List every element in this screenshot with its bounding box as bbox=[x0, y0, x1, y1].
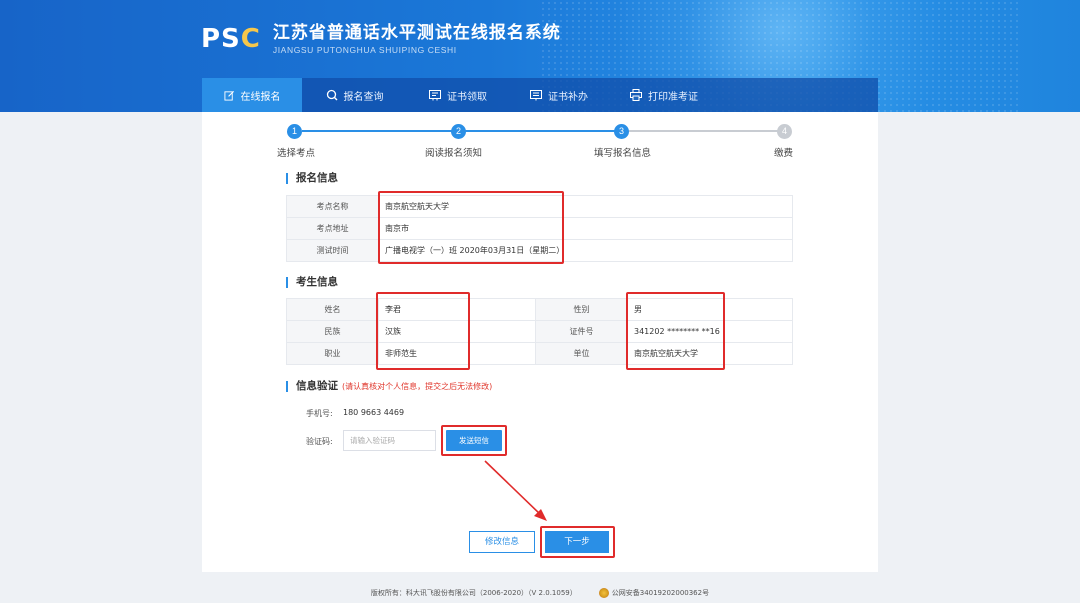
nav-print-admission-ticket[interactable]: 打印准考证 bbox=[609, 78, 719, 112]
occupation-label: 职业 bbox=[286, 342, 379, 365]
candidate-info-heading: 考生信息 bbox=[286, 277, 338, 288]
employer-label: 单位 bbox=[535, 342, 628, 365]
highlight-box-registration bbox=[378, 191, 564, 264]
phone-value: 180 9663 4469 bbox=[343, 408, 405, 417]
verification-warning: (请认真核对个人信息，提交之后无法修改) bbox=[342, 382, 493, 391]
exam-address-label: 考点地址 bbox=[286, 217, 379, 240]
verification-heading: 信息验证 (请认真核对个人信息，提交之后无法修改) bbox=[286, 381, 492, 392]
step-1-dot: 1 bbox=[287, 124, 302, 139]
nav-label: 证书补办 bbox=[548, 91, 588, 103]
printer-icon bbox=[630, 89, 642, 101]
page-footer: 版权所有：科大讯飞股份有限公司（2006-2020）（V 2.0.1059） 公… bbox=[0, 588, 1080, 598]
highlight-box-send-sms bbox=[441, 425, 507, 456]
step-3-label: 填写报名信息 bbox=[594, 148, 652, 159]
exam-time-label: 测试时间 bbox=[286, 239, 379, 262]
ethnicity-label: 民族 bbox=[286, 320, 379, 343]
nav-certificate-collect[interactable]: 证书领取 bbox=[407, 78, 509, 112]
registration-card: 1 2 3 4 选择考点 阅读报名须知 填写报名信息 缴费 报名信息 考点名称 … bbox=[202, 112, 878, 572]
progress-stepper: 1 2 3 4 选择考点 阅读报名须知 填写报名信息 缴费 bbox=[202, 124, 878, 164]
step-2-dot: 2 bbox=[451, 124, 466, 139]
stepper-line-pending bbox=[622, 130, 784, 132]
step-2-label: 阅读报名须知 bbox=[425, 148, 483, 159]
psc-logo-mark: PSC bbox=[201, 24, 261, 54]
site-subtitle: JIANGSU PUTONGHUA SHUIPING CESHI bbox=[272, 45, 457, 55]
nav-certificate-reissue[interactable]: 证书补办 bbox=[509, 78, 609, 112]
copyright-text: 版权所有：科大讯飞股份有限公司（2006-2020）（V 2.0.1059） bbox=[370, 589, 577, 597]
nav-label: 证书领取 bbox=[447, 91, 487, 103]
main-nav: 在线报名 报名查询 证书领取 证书补办 打印准考证 bbox=[202, 78, 878, 112]
step-4-dot: 4 bbox=[777, 124, 792, 139]
certificate-reissue-icon bbox=[530, 89, 542, 101]
highlight-box-next bbox=[540, 526, 615, 558]
edit-info-button[interactable]: 修改信息 bbox=[469, 531, 535, 553]
search-icon bbox=[326, 89, 338, 101]
exam-site-label: 考点名称 bbox=[286, 195, 379, 218]
verification-code-label: 验证码: bbox=[306, 437, 333, 446]
nav-label: 在线报名 bbox=[240, 91, 281, 103]
id-number-label: 证件号 bbox=[535, 320, 628, 343]
site-title: 江苏省普通话水平测试在线报名系统 bbox=[272, 23, 561, 43]
name-label: 姓名 bbox=[286, 298, 379, 321]
nav-registration-query[interactable]: 报名查询 bbox=[302, 78, 407, 112]
gender-label: 性别 bbox=[535, 298, 628, 321]
edit-icon bbox=[223, 90, 235, 101]
site-logo[interactable]: PSC 江苏省普通话水平测试在线报名系统 JIANGSU PUTONGHUA S… bbox=[201, 23, 561, 55]
highlight-box-gender bbox=[626, 292, 725, 370]
highlight-box-name bbox=[376, 292, 470, 370]
certificate-icon bbox=[429, 89, 441, 101]
verification-code-input[interactable]: 请输入验证码 bbox=[343, 430, 436, 451]
police-badge-icon bbox=[598, 588, 609, 598]
police-record[interactable]: 公网安备34019202000362号 bbox=[598, 588, 710, 598]
step-4-label: 缴费 bbox=[774, 148, 794, 159]
nav-label: 打印准考证 bbox=[648, 91, 698, 103]
nav-online-registration[interactable]: 在线报名 bbox=[202, 78, 302, 112]
step-1-label: 选择考点 bbox=[277, 148, 316, 159]
phone-label: 手机号: bbox=[306, 409, 333, 418]
nav-label: 报名查询 bbox=[343, 91, 384, 103]
police-record-text: 公网安备34019202000362号 bbox=[611, 589, 710, 597]
step-3-dot: 3 bbox=[614, 124, 629, 139]
registration-info-heading: 报名信息 bbox=[286, 173, 338, 184]
